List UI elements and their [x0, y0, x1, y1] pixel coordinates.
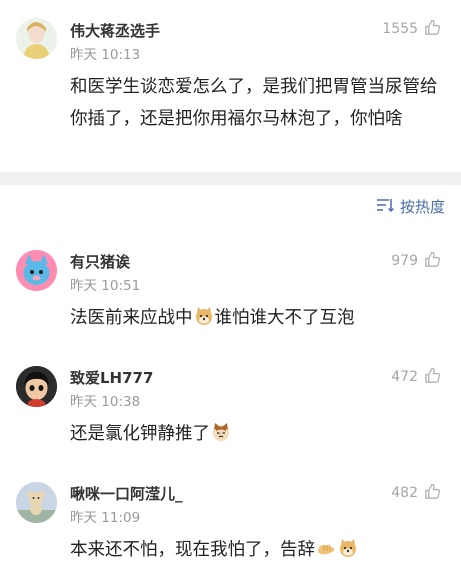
comment-text-part: 本来还不怕，现在我怕了，告辞: [70, 540, 315, 560]
username[interactable]: 致爱LH777: [70, 367, 153, 388]
username[interactable]: 啾咪一口阿滢儿_: [70, 483, 183, 504]
reply-comment: 有只猪诶 昨天 10:51 979 法医前来应战中 谁怕谁大不了互泡: [0, 240, 461, 340]
avatar[interactable]: [16, 366, 57, 407]
comment-text: 法医前来应战中 谁怕谁大不了互泡: [70, 302, 443, 334]
comment-text-part: 还是氯化钾静推了: [70, 424, 210, 444]
reply-comment: 啾咪一口阿滢儿_ 昨天 11:09 482 本来还不怕，现在我怕了，告辞: [0, 472, 461, 572]
thumbs-up-icon: [423, 482, 442, 505]
like-button[interactable]: 482: [391, 482, 442, 504]
comment-text: 和医学生谈恋爱怎么了，是我们把胃管当尿管给你插了，还是把你用福尔马林泡了，你怕啥: [70, 77, 438, 129]
like-button[interactable]: 1555: [382, 18, 442, 40]
timestamp: 昨天 10:51: [70, 278, 141, 294]
like-count: 979: [391, 253, 418, 269]
like-button[interactable]: 979: [391, 250, 442, 272]
thumbs-up-icon: [423, 250, 442, 273]
comment-text: 本来还不怕，现在我怕了，告辞: [70, 534, 443, 566]
thumbs-up-icon: [423, 18, 442, 41]
sort-label: 按热度: [399, 198, 445, 216]
top-comment: 伟大蒋丞选手 昨天 10:13 1555 和医学生谈恋爱怎么了，是我们把胃管当尿…: [0, 0, 461, 172]
avatar[interactable]: [16, 18, 57, 59]
thumbs-up-icon: [423, 366, 442, 389]
doge-emoji: [194, 305, 214, 325]
comment-text: 还是氯化钾静推了: [70, 418, 443, 450]
timestamp: 昨天 10:13: [70, 47, 141, 63]
timestamp: 昨天 11:09: [70, 510, 141, 526]
timestamp: 昨天 10:38: [70, 394, 141, 410]
comment-text-part: 谁怕谁大不了互泡: [214, 308, 355, 328]
cat-emoji: [211, 421, 231, 441]
like-button[interactable]: 472: [391, 366, 442, 388]
fist-salute-emoji: [316, 537, 336, 557]
like-count: 472: [391, 369, 418, 385]
sort-lines-icon: [376, 197, 395, 217]
avatar[interactable]: [16, 250, 57, 291]
username[interactable]: 伟大蒋丞选手: [70, 20, 160, 41]
like-count: 1555: [382, 21, 418, 37]
avatar[interactable]: [16, 482, 57, 523]
doge-emoji: [338, 537, 358, 557]
reply-comment: 致爱LH777 昨天 10:38 472 还是氯化钾静推了: [0, 356, 461, 456]
section-divider: [0, 172, 461, 185]
like-count: 482: [391, 485, 418, 501]
sort-toggle[interactable]: 按热度: [376, 196, 445, 217]
comment-text-part: 法医前来应战中: [70, 308, 193, 328]
username[interactable]: 有只猪诶: [70, 251, 130, 272]
